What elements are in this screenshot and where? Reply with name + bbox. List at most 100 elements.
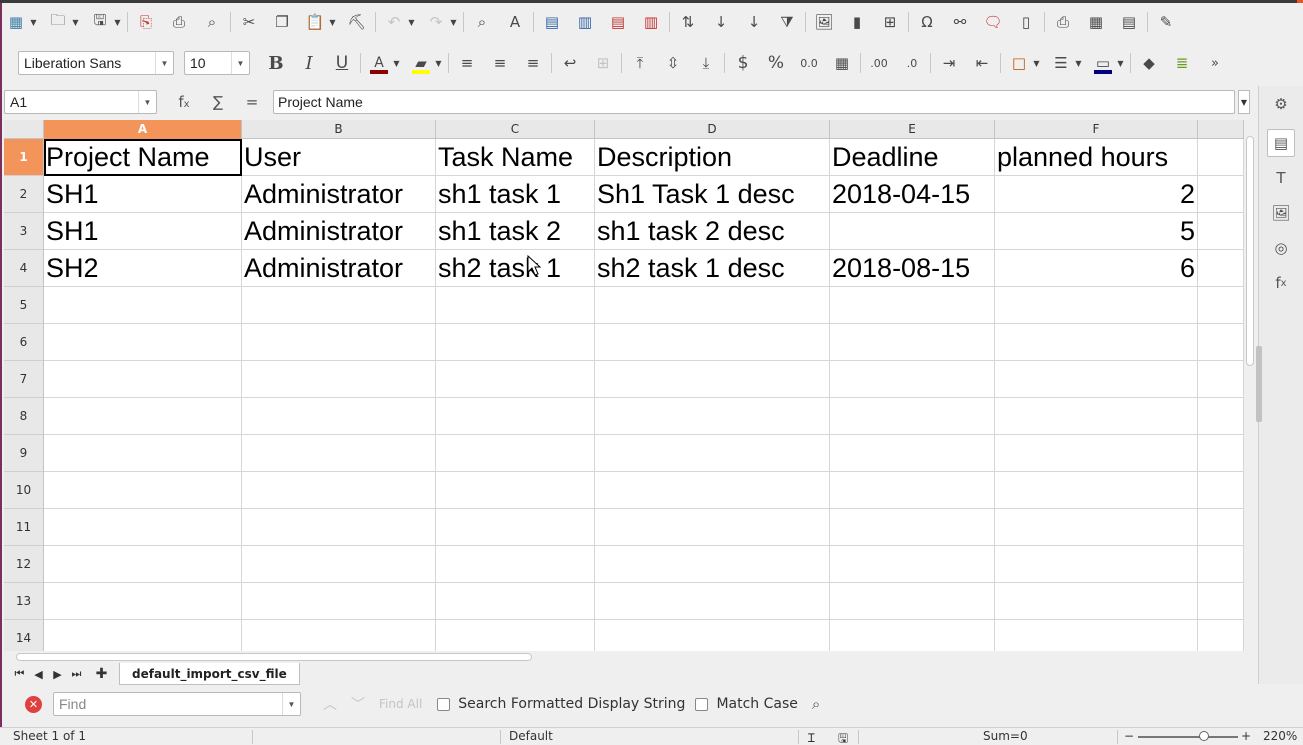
row-header-13[interactable]: 13 (4, 583, 43, 620)
font-color-dropdown-arrow[interactable]: ▼ (392, 59, 401, 68)
cell-area[interactable]: Project Name User Task Name Description Dead… (44, 139, 1244, 651)
align-right-icon[interactable]: ≡ (521, 51, 545, 75)
match-case-checkbox[interactable]: Match Case (695, 696, 798, 712)
cell-partial[interactable] (1198, 620, 1244, 651)
equals-icon[interactable]: = (235, 93, 269, 111)
chevron-down-icon[interactable]: ▼ (138, 91, 156, 113)
row-header-11[interactable]: 11 (4, 509, 43, 546)
cell-partial[interactable] (1198, 287, 1244, 324)
merge-center-icon[interactable]: ⊞ (591, 51, 615, 75)
find-previous-icon[interactable]: ︿ (323, 694, 337, 714)
column-header-f[interactable]: F (995, 120, 1198, 139)
cell-e14[interactable] (830, 620, 995, 651)
vertical-scroll-thumb[interactable] (1246, 136, 1254, 366)
cell-e8[interactable] (830, 398, 995, 435)
find-replace-icon[interactable]: ⌕ (812, 695, 820, 713)
copy-icon[interactable]: ❐ (270, 10, 294, 34)
clone-formatting-icon[interactable]: ⛏ (345, 10, 369, 34)
cell-e3[interactable] (830, 213, 995, 250)
zoom-out-icon[interactable]: − (1124, 729, 1134, 743)
percent-format-icon[interactable]: % (764, 51, 788, 75)
cell-partial[interactable] (1198, 250, 1244, 287)
cell-a10[interactable] (44, 472, 242, 509)
row-header-1[interactable]: 1 (4, 139, 43, 176)
increase-indent-icon[interactable]: ⇥ (937, 51, 961, 75)
autofilter-icon[interactable]: ⧩ (775, 10, 799, 34)
cell-d7[interactable] (595, 361, 830, 398)
page-style[interactable]: Default (509, 729, 553, 743)
vertical-scrollbar[interactable] (1244, 120, 1256, 651)
cell-f6[interactable] (995, 324, 1198, 361)
cell-d6[interactable] (595, 324, 830, 361)
cell-c8[interactable] (436, 398, 595, 435)
expand-formula-icon[interactable]: ▼ (1238, 90, 1250, 114)
center-vertically-icon[interactable]: ⇳ (661, 51, 685, 75)
cell-b10[interactable] (242, 472, 436, 509)
column-header-c[interactable]: C (436, 120, 595, 139)
open-dropdown-arrow[interactable]: ▼ (71, 18, 80, 27)
add-decimal-icon[interactable]: .00 (867, 51, 891, 75)
cell-a4[interactable]: SH2 (44, 250, 242, 287)
column-icon[interactable]: ▥ (573, 10, 597, 34)
cell-d4[interactable]: sh2 task 1 desc (595, 250, 830, 287)
cell-c13[interactable] (436, 583, 595, 620)
cell-partial[interactable] (1198, 361, 1244, 398)
comment-icon[interactable]: 🗨 (981, 10, 1005, 34)
sidebar-styles-format-icon[interactable]: T (1267, 164, 1295, 192)
name-box[interactable]: A1 ▼ (4, 90, 157, 114)
cell-e7[interactable] (830, 361, 995, 398)
open-folder-icon[interactable]: 🗀 (46, 10, 70, 34)
cell-b9[interactable] (242, 435, 436, 472)
row-header-5[interactable]: 5 (4, 287, 43, 324)
cell-a11[interactable] (44, 509, 242, 546)
cell-f14[interactable] (995, 620, 1198, 651)
insert-mode-icon[interactable]: Ɪ (808, 729, 815, 745)
delete-column-icon[interactable]: ▥ (639, 10, 663, 34)
cell-b12[interactable] (242, 546, 436, 583)
row-header-8[interactable]: 8 (4, 398, 43, 435)
column-header-partial[interactable] (1198, 120, 1244, 139)
italic-icon[interactable]: I (297, 51, 321, 75)
cell-e10[interactable] (830, 472, 995, 509)
column-header-d[interactable]: D (595, 120, 830, 139)
cell-d3[interactable]: sh1 task 2 desc (595, 213, 830, 250)
new-dropdown-arrow[interactable]: ▼ (29, 18, 38, 27)
cell-f8[interactable] (995, 398, 1198, 435)
cell-d13[interactable] (595, 583, 830, 620)
sheet-tab[interactable]: default_import_csv_file (119, 663, 300, 685)
row-header-12[interactable]: 12 (4, 546, 43, 583)
cell-c3[interactable]: sh1 task 2 (436, 213, 595, 250)
cell-e12[interactable] (830, 546, 995, 583)
cell-f5[interactable] (995, 287, 1198, 324)
cell-b7[interactable] (242, 361, 436, 398)
save-icon[interactable]: 🖫 (88, 10, 112, 34)
undo-dropdown-arrow[interactable]: ▼ (407, 18, 416, 27)
cell-d2[interactable]: Sh1 Task 1 desc (595, 176, 830, 213)
align-bottom-icon[interactable]: ⤓ (694, 51, 718, 75)
cell-f12[interactable] (995, 546, 1198, 583)
column-header-a[interactable]: A (44, 120, 242, 139)
cell-f2[interactable]: 2 (995, 176, 1198, 213)
cell-partial[interactable] (1198, 546, 1244, 583)
cell-a8[interactable] (44, 398, 242, 435)
highlight-color-icon[interactable]: ▰ (409, 51, 433, 75)
split-window-icon[interactable]: ▤ (1117, 10, 1141, 34)
cell-f3[interactable]: 5 (995, 213, 1198, 250)
paste-icon[interactable]: 📋 (303, 10, 327, 34)
cell-b4[interactable]: Administrator (242, 250, 436, 287)
border-style-icon[interactable]: ☰ (1049, 51, 1073, 75)
border-color-icon[interactable]: ▭ (1091, 51, 1115, 75)
cell-partial[interactable] (1198, 472, 1244, 509)
sidebar-properties-icon[interactable]: ⚙ (1267, 90, 1295, 118)
chevron-down-icon[interactable]: ▼ (282, 693, 300, 715)
zoom-level[interactable]: 220% (1263, 729, 1297, 743)
highlight-dropdown-arrow[interactable]: ▼ (434, 59, 443, 68)
date-format-icon[interactable]: ▦ (830, 51, 854, 75)
currency-format-icon[interactable]: $ (731, 51, 755, 75)
cell-c7[interactable] (436, 361, 595, 398)
cell-a2[interactable]: SH1 (44, 176, 242, 213)
cell-d12[interactable] (595, 546, 830, 583)
function-wizard-icon[interactable]: fx (167, 93, 201, 111)
sidebar-collapse-handle[interactable] (1256, 346, 1262, 422)
row-icon[interactable]: ▤ (540, 10, 564, 34)
